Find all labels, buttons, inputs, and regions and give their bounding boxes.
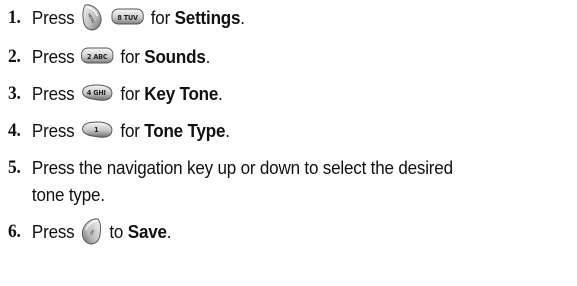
step-period: . [218, 83, 223, 105]
number-key-icon: 8 TUV [111, 7, 144, 27]
instruction-steps: 1. Press MENU 8 TUV for Settings. 2. Pre… [8, 4, 573, 247]
number-key-icon: 2 ABC [81, 46, 114, 66]
menu-ok-key-icon: OK [81, 217, 103, 245]
step-period: . [205, 46, 211, 68]
step-text-press: Press [31, 120, 75, 142]
step-text-line2: tone type. [31, 184, 105, 206]
step-action: Sounds [144, 46, 206, 68]
step-1: 1. Press MENU 8 TUV for Settings. [8, 4, 577, 33]
step-period: . [166, 221, 172, 243]
step-text-for: for [150, 7, 171, 28]
step-number: 2. [8, 46, 21, 68]
svg-text:4 GHI: 4 GHI [87, 89, 106, 97]
step-text-for: for [120, 46, 140, 68]
menu-ok-key-icon: MENU [81, 3, 103, 31]
step-number: 5. [8, 157, 21, 179]
step-period: . [240, 7, 245, 28]
svg-text:8 TUV: 8 TUV [118, 14, 139, 22]
step-6: 6. Press OK to Save. [8, 218, 577, 247]
step-text-for: for [120, 120, 140, 142]
step-number: 6. [8, 221, 21, 243]
step-number: 1. [8, 7, 21, 28]
number-key-icon: 4 GHI [81, 83, 114, 103]
step-action: Settings [174, 7, 241, 28]
svg-text:2 ABC: 2 ABC [87, 53, 108, 61]
step-3: 3. Press 4 GHI for Key Tone. [8, 80, 577, 107]
step-text-press: Press [31, 83, 75, 105]
step-action: Save [127, 221, 167, 243]
step-2: 2. Press 2 ABC for Sounds. [8, 43, 577, 70]
step-text-for: for [120, 83, 140, 105]
step-text-press: Press [31, 221, 75, 243]
step-text-press: Press [31, 7, 75, 28]
step-text-line1: Press the navigation key up or down to s… [31, 157, 453, 179]
step-text-press: Press [31, 46, 75, 68]
svg-text:1: 1 [94, 126, 99, 134]
step-text-to: to [109, 221, 124, 243]
step-period: . [225, 120, 230, 142]
step-4: 4. Press 1 for Tone Type. [8, 117, 577, 144]
step-action: Key Tone [144, 83, 219, 105]
step-action: Tone Type [144, 120, 226, 142]
step-5: 5. Press the navigation key up or down t… [8, 154, 577, 208]
step-number: 3. [8, 83, 21, 105]
step-number: 4. [8, 120, 21, 142]
number-key-icon: 1 [81, 120, 114, 140]
